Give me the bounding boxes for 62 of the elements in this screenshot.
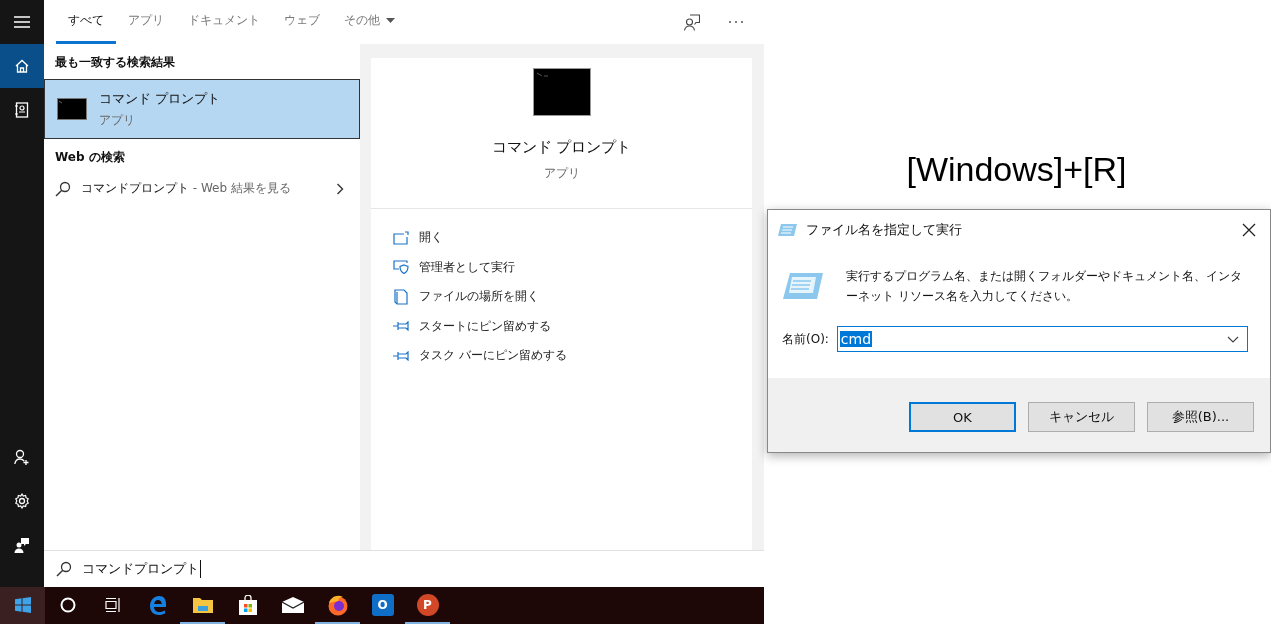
dialog-button[interactable]: OK: [909, 402, 1016, 432]
start-taskbar-button[interactable]: [0, 587, 45, 624]
name-label: 名前(O):: [782, 330, 829, 348]
search-icon: [55, 180, 71, 197]
caret-icon: [386, 18, 395, 23]
outlook-taskbar-button[interactable]: O: [360, 587, 405, 624]
windows-logo-icon: [14, 596, 31, 613]
chevron-right-icon: [336, 182, 344, 195]
best-match-item[interactable]: コマンド プロンプト アプリ: [44, 79, 360, 139]
fox-globe-icon: [326, 593, 349, 616]
notebook-icon: [15, 102, 29, 118]
action-item[interactable]: タスク バーにピン留めする: [393, 341, 730, 371]
section-heading: 最も一致する検索結果: [54, 54, 176, 71]
dialog-button[interactable]: キャンセル: [1028, 402, 1135, 432]
mail-app-icon: O: [371, 593, 394, 616]
terminal-icon: [57, 98, 87, 120]
feedback-icon: [14, 537, 30, 553]
pin-icon: [393, 350, 409, 361]
person-add-icon: [14, 449, 30, 465]
shield-window-icon: [393, 260, 409, 275]
document-icon: [393, 288, 409, 305]
web-search-item[interactable]: コマンドプロンプト - Web 結果を見る: [44, 174, 360, 203]
dialog-button[interactable]: 参照(B)...: [1147, 402, 1254, 432]
filter-tab[interactable]: ウェブ: [272, 0, 332, 44]
run-icon: [778, 223, 798, 237]
browser-e-icon: [147, 594, 168, 615]
folder-icon: [191, 595, 214, 614]
settings-icon: [14, 493, 30, 509]
task-view-icon: [104, 597, 121, 612]
name-combo-field[interactable]: cmd: [836, 326, 1248, 352]
action-item[interactable]: 管理者として実行: [393, 252, 730, 282]
run-icon: [782, 272, 824, 300]
circle-icon: [59, 596, 76, 613]
slides-app-icon: P: [416, 593, 439, 616]
dialog-title: ファイル名を指定して実行: [806, 221, 963, 239]
result-subtitle: アプリ: [99, 111, 136, 129]
section-heading: Web の検索: [54, 149, 126, 166]
action-item[interactable]: ファイルの場所を開く: [393, 282, 730, 312]
terminal-icon: [532, 68, 591, 116]
filter-tab[interactable]: アプリ: [116, 0, 176, 44]
shopping-bag-icon: [237, 594, 258, 615]
chevron-down-icon: [1227, 335, 1239, 343]
filter-tab[interactable]: その他: [332, 0, 407, 44]
pin-icon: [393, 321, 409, 332]
action-item[interactable]: スタートにピン留めする: [393, 311, 730, 341]
filter-tab[interactable]: ドキュメント: [176, 0, 272, 44]
home-icon: [14, 58, 30, 74]
shortcut-caption: [Windows]+[R]: [906, 150, 1127, 189]
person-feedback-icon[interactable]: [684, 13, 700, 31]
menu-icon: [14, 16, 30, 28]
open-window-icon: [393, 230, 409, 245]
action-item[interactable]: 開く: [393, 223, 730, 253]
more-icon[interactable]: [728, 20, 744, 24]
envelope-icon: [281, 596, 304, 613]
close-icon[interactable]: [1242, 223, 1256, 237]
app-title: コマンド プロンプト: [491, 138, 632, 157]
result-title: コマンド プロンプト: [99, 89, 221, 108]
search-icon: [56, 561, 72, 577]
home-button[interactable]: [0, 44, 44, 88]
app-type: アプリ: [543, 165, 580, 182]
dialog-description: 実行するプログラム名、または開くフォルダーやドキュメント名、インターネット リソース名を入力してください。: [846, 268, 1243, 305]
powerpoint-taskbar-button[interactable]: P: [405, 587, 450, 624]
